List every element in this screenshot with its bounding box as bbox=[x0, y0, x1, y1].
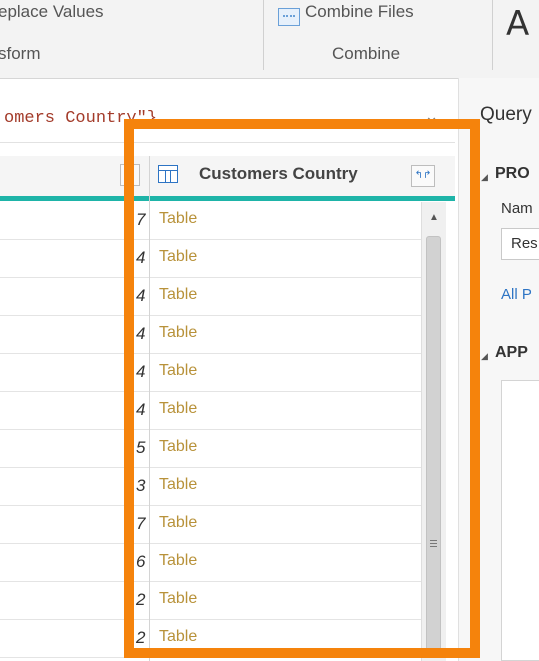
combine-files-icon[interactable] bbox=[278, 8, 300, 26]
all-properties-link[interactable]: All P bbox=[501, 286, 532, 303]
ribbon-separator bbox=[263, 0, 264, 70]
properties-section-label: PRO bbox=[495, 165, 530, 182]
collapse-caret-icon[interactable]: ◢ bbox=[481, 351, 488, 362]
applied-steps-section-label: APP bbox=[495, 344, 528, 361]
query-settings-title: Query bbox=[480, 104, 532, 125]
ribbon-partial-icon[interactable]: A bbox=[506, 4, 529, 44]
applied-steps-list[interactable] bbox=[501, 380, 539, 661]
highlight-box bbox=[124, 119, 480, 658]
collapse-caret-icon[interactable]: ◢ bbox=[481, 172, 488, 183]
replace-values-button[interactable]: eplace Values bbox=[0, 2, 104, 22]
ribbon: eplace Values sform Combine Files Combin… bbox=[0, 0, 539, 79]
transform-group-label: sform bbox=[0, 44, 41, 63]
combine-files-button[interactable]: Combine Files bbox=[305, 2, 414, 22]
query-name-input[interactable]: Res bbox=[501, 228, 539, 260]
combine-group-label: Combine bbox=[332, 44, 401, 63]
query-name-value: Res bbox=[511, 235, 538, 252]
ribbon-separator bbox=[492, 0, 493, 70]
name-label: Nam bbox=[501, 200, 533, 217]
